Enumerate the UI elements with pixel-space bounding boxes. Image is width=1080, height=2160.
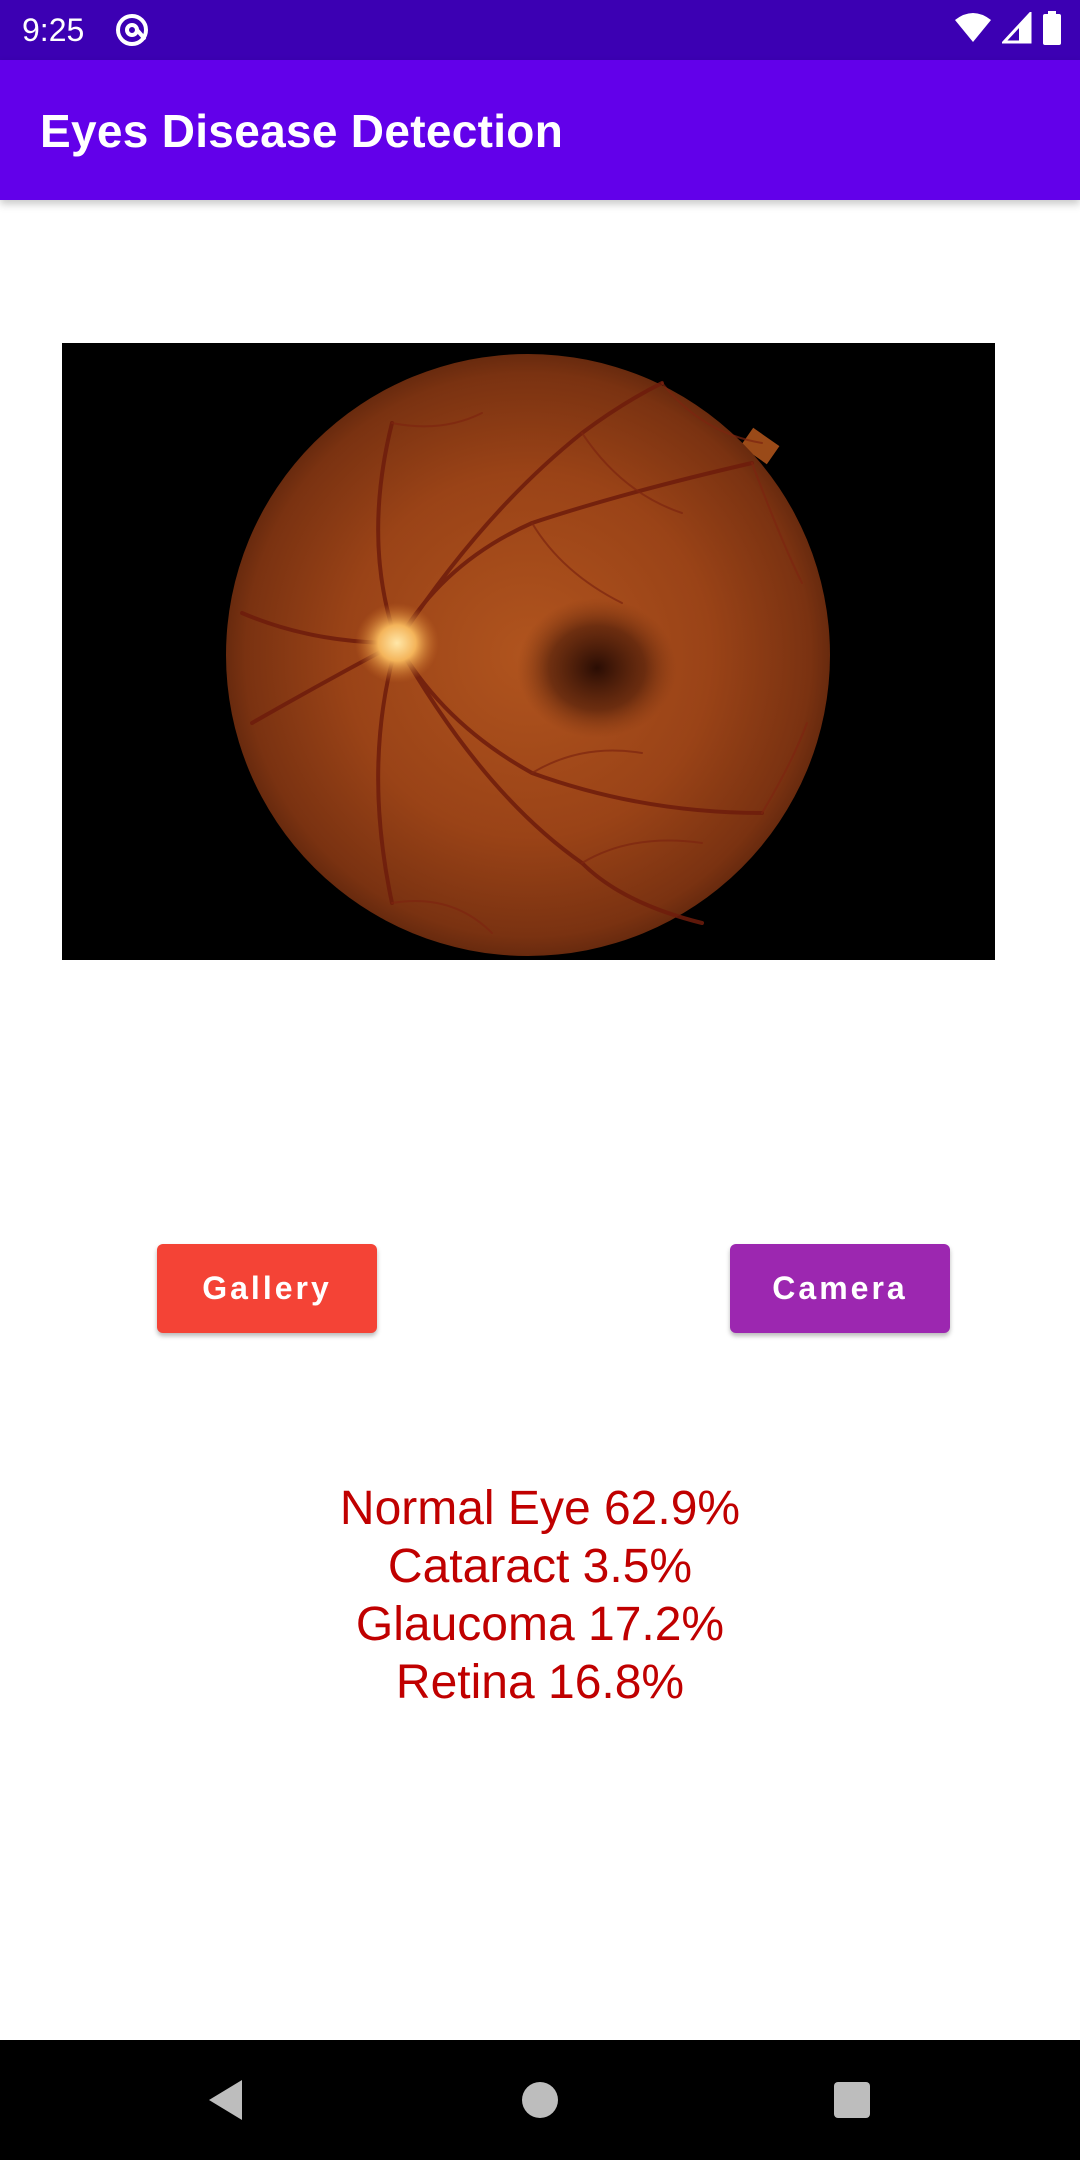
result-cataract: Cataract 3.5% xyxy=(387,1540,693,1593)
status-icons xyxy=(954,9,1062,50)
wifi-icon xyxy=(954,12,992,49)
back-icon[interactable] xyxy=(196,2070,256,2130)
app-bar: Eyes Disease Detection xyxy=(0,60,1080,200)
app-screen: 9:25 Eyes Disease Detection Gallery Came… xyxy=(0,0,1080,2160)
battery-icon xyxy=(1042,10,1062,50)
result-glaucoma: Glaucoma 17.2% xyxy=(355,1598,725,1651)
cell-signal-icon xyxy=(1000,9,1032,49)
recents-icon[interactable] xyxy=(822,2070,882,2130)
status-time: 9:25 xyxy=(22,12,85,48)
result-retina: Retina 16.8% xyxy=(395,1656,685,1709)
result-normal-eye: Normal Eye 62.9% xyxy=(339,1482,741,1535)
camera-button[interactable]: Camera xyxy=(730,1244,950,1333)
fundus-image xyxy=(62,343,995,960)
app-title: Eyes Disease Detection xyxy=(40,105,564,157)
status-bar: 9:25 xyxy=(0,0,1080,60)
prediction-results: Normal Eye 62.9% Cataract 3.5% Glaucoma … xyxy=(0,1480,1080,1712)
home-icon[interactable] xyxy=(510,2070,570,2130)
navigation-bar xyxy=(0,2040,1080,2160)
gallery-button[interactable]: Gallery xyxy=(157,1244,377,1333)
at-sign-icon xyxy=(114,12,150,48)
